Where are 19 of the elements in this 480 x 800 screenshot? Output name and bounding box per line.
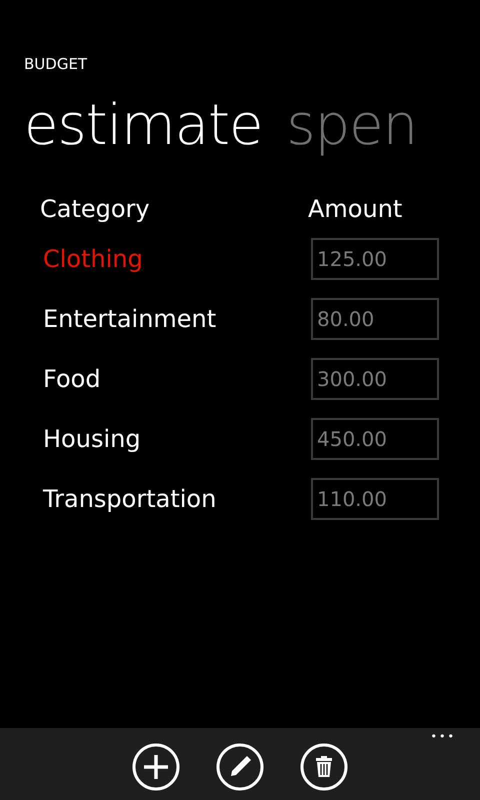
more-button[interactable]: ••• (430, 730, 456, 743)
category-label[interactable]: Transportation (40, 485, 311, 513)
amount-field[interactable]: 300.00 (311, 358, 439, 400)
amount-field[interactable]: 450.00 (311, 418, 439, 460)
category-label[interactable]: Housing (40, 425, 311, 453)
app-title: BUDGET (24, 54, 88, 74)
column-header: Amount (308, 195, 402, 223)
add-button[interactable] (132, 743, 180, 791)
category-label[interactable]: Food (40, 365, 311, 393)
column-header: Category (40, 195, 151, 223)
pivot-tab[interactable]: spen (286, 90, 418, 162)
delete-button[interactable] (300, 743, 348, 791)
pencil-button[interactable] (216, 743, 264, 791)
amount-field[interactable]: 110.00 (311, 478, 439, 520)
category-label[interactable]: Clothing (40, 245, 311, 273)
category-label[interactable]: Entertainment (40, 305, 311, 333)
pivot-tab[interactable]: estimate (24, 90, 262, 162)
amount-field[interactable]: 80.00 (311, 298, 439, 340)
amount-field[interactable]: 125.00 (311, 238, 439, 280)
